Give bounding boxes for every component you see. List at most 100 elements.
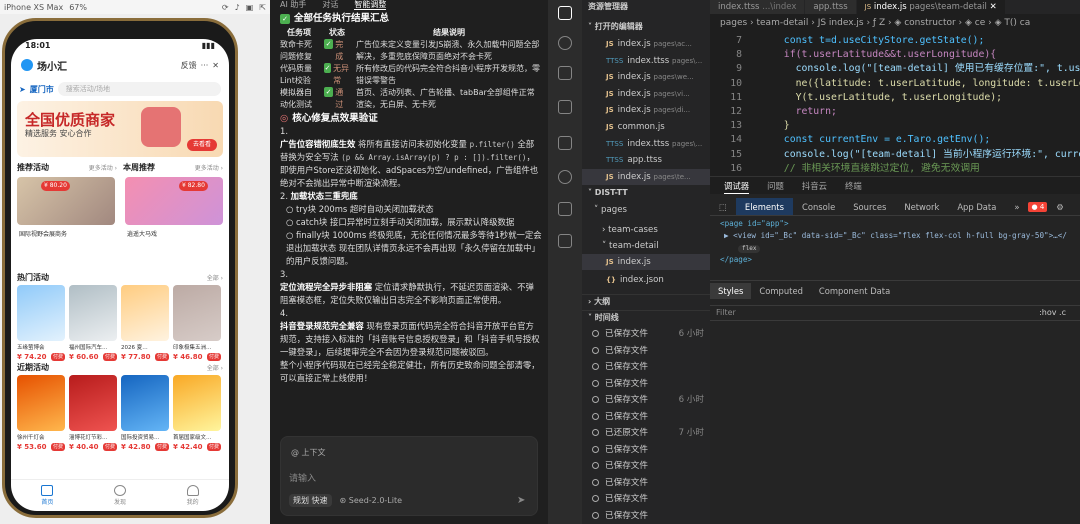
more-link[interactable]: 更多活动 › [195,163,223,172]
timeline-item[interactable]: 已保存文件 [582,508,710,524]
recent-card[interactable]: 徐州千灯会 ¥ 53.60 付费 [17,375,65,451]
code-line[interactable]: 7 const t=d.useCityStore.getState(); [710,34,1080,48]
open-editor-item[interactable]: JS index.js pages\we... [582,69,710,85]
timeline-item[interactable]: 已保存文件 6 小时 [582,326,710,342]
tree-folder-team-cases[interactable]: › team-cases [582,222,710,238]
tab-styles[interactable]: Styles [710,283,752,299]
debug-icon[interactable] [558,100,572,114]
tab-chat[interactable]: 对话 [322,0,338,10]
open-editor-item[interactable]: JS index.js pages\di... [582,102,710,118]
tab-home[interactable]: 首页 [41,485,53,506]
tab-debugger[interactable]: 调试器 [724,177,750,194]
open-editor-item[interactable]: JS index.js pages\ac... [582,36,710,52]
popout-icon[interactable]: ⇱ [259,3,266,12]
tree-folder-team-detail[interactable]: ˅ team-detail [582,238,710,254]
volume-icon[interactable]: ♪ [235,3,240,12]
more-link[interactable]: 更多活动 › [89,163,117,172]
hot-card[interactable]: 2026 夏… ¥ 77.80 付费 [121,285,169,361]
open-editor-item[interactable]: JS index.js pages\vi... [582,86,710,102]
code-line[interactable]: 8 if(t.userLatitude&&t.userLongitude){ [710,48,1080,62]
chat-input-box[interactable]: @ 上下文 请输入 规划 快速 ⊛ Seed-2.0-Lite ➤ [280,436,538,516]
tab-terminal[interactable]: 终端 [845,177,862,194]
chat-input[interactable]: 请输入 [289,471,316,484]
more-link[interactable]: 全部 › [207,273,223,282]
context-button[interactable]: @ 上下文 [291,447,326,458]
tab-app-data[interactable]: App Data [948,198,1005,215]
timeline-item[interactable]: 已还原文件 7 小时 [582,425,710,441]
timeline-item[interactable]: 已保存文件 [582,491,710,507]
timeline-item[interactable]: 已保存文件 [582,442,710,458]
open-editor-item[interactable]: TTSS index.ttss pages\... [582,53,710,69]
code-line[interactable]: 13 } [710,119,1080,133]
hot-card[interactable]: 五缘萤博会 ¥ 74.20 付费 [17,285,65,361]
tab-ai-assistant[interactable]: AI 助手 [280,0,306,10]
styles-filter-input[interactable]: Filter :hov .c [710,305,1080,321]
dist-folder-header[interactable]: ˅ DIST-TT [582,186,710,199]
pay-button[interactable]: 付费 [102,443,117,451]
mode-plan[interactable]: 规划 [293,496,309,505]
code-line[interactable]: 9 console.log("[team-detail] 使用已有缓存位置:",… [710,62,1080,76]
code-line[interactable]: 15 console.log("[team-detail] 当前小程序运行环境:… [710,148,1080,162]
tree-folder-pages[interactable]: ˅ pages [582,202,710,218]
tab-console[interactable]: Console [793,198,844,215]
account-icon[interactable] [558,170,572,184]
hot-card[interactable]: 福州国际汽车… ¥ 60.60 付费 [69,285,117,361]
code-line[interactable]: 14 const currentEnv = e.Taro.getEnv(); [710,133,1080,147]
hot-card[interactable]: 印象极集五洲… ¥ 46.80 付费 [173,285,221,361]
tree-file-index-json[interactable]: {} index.json [582,272,710,288]
recent-card[interactable]: 首届国家级文… ¥ 42.40 付费 [173,375,221,451]
timeline-item[interactable]: 已保存文件 [582,343,710,359]
timeline-item[interactable]: 已保存文件 6 小时 [582,392,710,408]
tree-file-index-js[interactable]: JS index.js [582,254,710,270]
code-line[interactable]: 16 // 非相关环境直接跳过定位, 避免无效调用 [710,162,1080,176]
tab-discover[interactable]: 发现 [113,485,126,506]
timeline-item[interactable]: 已保存文件 [582,376,710,392]
more-link[interactable]: 全部 › [207,363,223,372]
city-selector[interactable]: 厦门市 [30,84,54,95]
editor-tab[interactable]: app.ttss [805,0,857,14]
pay-button[interactable]: 付费 [102,353,117,361]
pay-button[interactable]: 付费 [206,353,221,361]
zoom-select[interactable]: 67% [69,3,87,12]
recommend-card-image[interactable] [125,177,223,225]
flex-badge[interactable]: flex [738,245,761,253]
cloud-icon[interactable] [558,202,572,216]
dom-node[interactable]: <page id="app"> [710,218,1080,230]
timeline-item[interactable]: 已保存文件 [582,458,710,474]
timeline-header[interactable]: ˅ 时间线 [582,310,710,323]
pay-button[interactable]: 付费 [50,443,65,451]
code-line[interactable]: 11 Y(t.userLatitude, t.userLongitude); [710,91,1080,105]
pay-button[interactable]: 付费 [206,443,221,451]
tab-sources[interactable]: Sources [844,198,895,215]
extensions-icon[interactable] [558,136,572,150]
explorer-icon[interactable] [558,6,572,20]
dom-node-selected[interactable]: ▶ <view id="_Bc" data-sid="_Bc" class="f… [710,230,1080,242]
settings-icon[interactable]: ⚙ [1047,198,1073,215]
inspect-icon[interactable]: ⬚ [710,198,736,215]
feedback-link[interactable]: 反馈 [181,60,197,71]
open-editors-header[interactable]: ˅ 打开的编辑器 [582,20,710,33]
timeline-item[interactable]: 已保存文件 [582,359,710,375]
tab-smart-adjust[interactable]: 智能调整 [354,0,387,10]
recent-card[interactable]: 淄博花灯节彩… ¥ 40.40 付费 [69,375,117,451]
banner-button[interactable]: 去看看 [187,139,217,151]
promo-banner[interactable]: 全国优质商家 精选服务 安心合作 去看看 [17,101,223,157]
bookmark-icon[interactable] [558,234,572,248]
open-editor-item[interactable]: TTSS index.ttss pages\... [582,136,710,152]
code-line[interactable]: 12 return; [710,105,1080,119]
dom-node[interactable]: </page> [710,254,1080,266]
more-icon[interactable]: ··· [201,61,209,70]
close-icon[interactable]: ✕ [212,61,219,70]
tab-profile[interactable]: 我的 [186,485,199,506]
close-icon[interactable]: ✕ [990,2,997,12]
tab-douyin-cloud[interactable]: 抖音云 [802,177,827,194]
send-icon[interactable]: ➤ [517,495,529,507]
tab-network[interactable]: Network [895,198,948,215]
recent-card[interactable]: 国际投资贸易… ¥ 42.80 付费 [121,375,169,451]
editor-tab-active[interactable]: JS index.js pages\team-detail ✕ [856,0,1006,14]
timeline-item[interactable]: 已保存文件 [582,409,710,425]
breadcrumb[interactable]: pages › team-detail › JS index.js › ƒ Z … [720,18,1080,32]
tab-computed[interactable]: Computed [751,283,811,299]
search-input[interactable]: 搜索活动/场地 [57,82,221,96]
model-select[interactable]: ⊛ Seed-2.0-Lite [340,496,402,505]
